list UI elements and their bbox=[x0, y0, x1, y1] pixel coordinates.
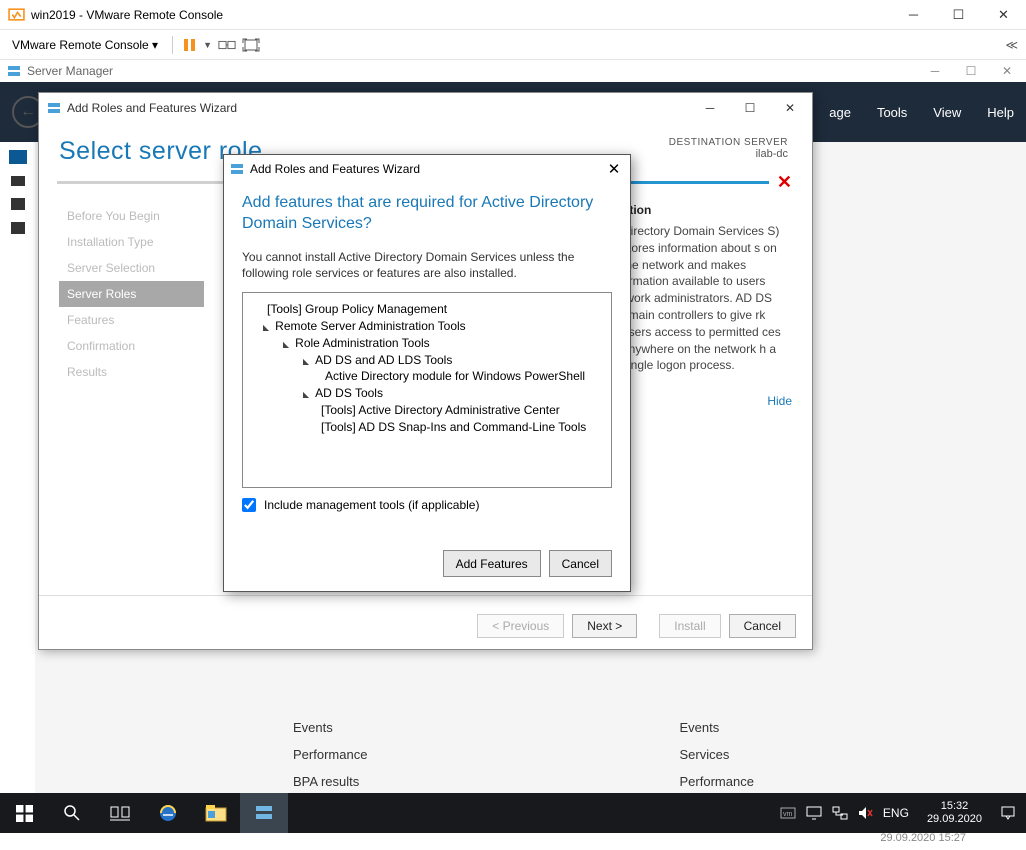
header-menu-view[interactable]: View bbox=[933, 105, 961, 120]
wizard-title: Add Roles and Features Wizard bbox=[61, 101, 690, 115]
sidebar-file-icon[interactable] bbox=[11, 222, 25, 234]
vmware-title: win2019 - VMware Remote Console bbox=[25, 8, 891, 22]
vmware-toolbar: VMware Remote Console ▾ ▼ ≪ bbox=[0, 30, 1026, 60]
servermgr-maximize-button[interactable]: ☐ bbox=[953, 60, 989, 82]
panel-left-events[interactable]: Events bbox=[293, 714, 590, 741]
sidebar-all-icon[interactable] bbox=[11, 198, 25, 210]
panel-left-bpa[interactable]: BPA results bbox=[293, 768, 590, 795]
panel-right-events[interactable]: Events bbox=[680, 714, 977, 741]
tree-ad-module: Active Directory module for Windows Powe… bbox=[253, 368, 601, 385]
modal-title: Add Roles and Features Wizard bbox=[244, 162, 604, 176]
wizard-next-button[interactable]: Next > bbox=[572, 614, 637, 638]
wizard-titlebar[interactable]: Add Roles and Features Wizard ─ ☐ ✕ bbox=[39, 93, 812, 123]
servermgr-minimize-button[interactable]: ─ bbox=[917, 60, 953, 82]
servermgr-titlebar: Server Manager ─ ☐ ✕ bbox=[0, 60, 1026, 82]
nav-results[interactable]: Results bbox=[59, 359, 204, 385]
pause-icon[interactable] bbox=[183, 38, 197, 52]
servermgr-title: Server Manager bbox=[21, 64, 917, 78]
system-tray: vm ENG 15:32 29.09.2020 bbox=[770, 800, 1026, 826]
sidebar-dashboard-icon[interactable] bbox=[9, 150, 27, 164]
ie-button[interactable] bbox=[144, 793, 192, 833]
panel-right-services[interactable]: Services bbox=[680, 747, 730, 762]
nav-server-roles[interactable]: Server Roles bbox=[59, 281, 204, 307]
vmware-maximize-button[interactable]: ☐ bbox=[936, 0, 981, 30]
tray-volume-icon[interactable] bbox=[858, 806, 873, 820]
header-menu-manage[interactable]: age bbox=[829, 105, 851, 120]
nav-server-sel[interactable]: Server Selection bbox=[59, 255, 204, 281]
svg-text:vm: vm bbox=[783, 811, 793, 818]
search-button[interactable] bbox=[48, 793, 96, 833]
dest-value: ilab-dc bbox=[669, 148, 788, 160]
tray-network-icon[interactable] bbox=[832, 806, 848, 820]
tree-gpm: [Tools] Group Policy Management bbox=[253, 301, 601, 318]
modal-close-button[interactable]: ✕ bbox=[604, 159, 624, 179]
header-menu-tools[interactable]: Tools bbox=[877, 105, 907, 120]
modal-add-features-button[interactable]: Add Features bbox=[443, 550, 541, 577]
tray-clock[interactable]: 15:32 29.09.2020 bbox=[919, 800, 990, 826]
pause-dropdown[interactable]: ▼ bbox=[203, 40, 212, 50]
fullscreen-icon[interactable] bbox=[242, 38, 260, 52]
servermgr-icon bbox=[7, 64, 21, 78]
vmware-menu[interactable]: VMware Remote Console ▾ bbox=[8, 36, 162, 54]
role-desc-body: Directory Domain Services S) stores info… bbox=[622, 223, 792, 374]
start-button[interactable] bbox=[0, 793, 48, 833]
servermgr-taskbar-button[interactable] bbox=[240, 793, 288, 833]
add-features-modal: Add Roles and Features Wizard ✕ Add feat… bbox=[223, 154, 631, 592]
hide-link[interactable]: Hide bbox=[767, 394, 792, 408]
modal-titlebar[interactable]: Add Roles and Features Wizard ✕ bbox=[224, 155, 630, 183]
modal-cancel-button[interactable]: Cancel bbox=[549, 550, 612, 577]
tree-rsat[interactable]: Remote Server Administration Tools bbox=[253, 318, 601, 335]
panel-left-perf[interactable]: Performance bbox=[293, 741, 590, 768]
servermgr-close-button[interactable]: ✕ bbox=[989, 60, 1025, 82]
include-mgmt-tools-checkbox[interactable] bbox=[242, 498, 256, 512]
tray-date: 29.09.2020 bbox=[927, 813, 982, 826]
taskview-button[interactable] bbox=[96, 793, 144, 833]
nav-confirm[interactable]: Confirmation bbox=[59, 333, 204, 359]
wizard-maximize-button[interactable]: ☐ bbox=[730, 94, 770, 122]
dest-label: DESTINATION SERVER bbox=[669, 137, 788, 148]
nav-install-type[interactable]: Installation Type bbox=[59, 229, 204, 255]
tree-ad-admin-center: [Tools] Active Directory Administrative … bbox=[253, 402, 601, 419]
tray-time: 15:32 bbox=[927, 800, 982, 813]
wizard-error-close-icon[interactable]: ✕ bbox=[777, 172, 792, 193]
modal-tree: [Tools] Group Policy Management Remote S… bbox=[242, 292, 612, 488]
wizard-cancel-button[interactable]: Cancel bbox=[729, 614, 796, 638]
wizard-nav: Before You Begin Installation Type Serve… bbox=[59, 203, 204, 595]
include-mgmt-tools-row[interactable]: Include management tools (if applicable) bbox=[242, 498, 612, 512]
header-menu-help[interactable]: Help bbox=[987, 105, 1014, 120]
wizard-prev-button: < Previous bbox=[477, 614, 564, 638]
modal-icon bbox=[230, 162, 244, 176]
tree-adds-adlds[interactable]: AD DS and AD LDS Tools bbox=[253, 352, 601, 369]
tray-lang[interactable]: ENG bbox=[883, 806, 909, 820]
nav-features[interactable]: Features bbox=[59, 307, 204, 333]
tray-display-icon[interactable] bbox=[806, 806, 822, 820]
tray-notifications-icon[interactable] bbox=[1000, 805, 1016, 821]
modal-heading: Add features that are required for Activ… bbox=[242, 193, 612, 235]
tree-adds-tools[interactable]: AD DS Tools bbox=[253, 385, 601, 402]
vmware-close-button[interactable]: ✕ bbox=[981, 0, 1026, 30]
vmware-icon bbox=[8, 6, 25, 23]
wizard-install-button: Install bbox=[659, 614, 720, 638]
modal-paragraph: You cannot install Active Directory Doma… bbox=[242, 249, 612, 283]
include-mgmt-tools-label: Include management tools (if applicable) bbox=[264, 498, 479, 512]
wizard-footer: < Previous Next > Install Cancel bbox=[39, 595, 812, 655]
explorer-button[interactable] bbox=[192, 793, 240, 833]
tree-role-admin[interactable]: Role Administration Tools bbox=[253, 335, 601, 352]
sidebar-strip bbox=[0, 142, 35, 833]
wizard-minimize-button[interactable]: ─ bbox=[690, 94, 730, 122]
toolbar-divider bbox=[172, 36, 173, 54]
send-cad-icon[interactable] bbox=[218, 38, 236, 52]
role-desc-title: ption bbox=[622, 203, 792, 217]
vmware-minimize-button[interactable]: ─ bbox=[891, 0, 936, 30]
tray-vmtools-icon[interactable]: vm bbox=[780, 806, 796, 820]
vmware-titlebar: win2019 - VMware Remote Console ─ ☐ ✕ bbox=[0, 0, 1026, 30]
vmware-chevrons-icon[interactable]: ≪ bbox=[1005, 38, 1018, 52]
wizard-icon bbox=[47, 101, 61, 115]
nav-before[interactable]: Before You Begin bbox=[59, 203, 204, 229]
tree-adds-snapins: [Tools] AD DS Snap-Ins and Command-Line … bbox=[253, 419, 601, 436]
wizard-close-button[interactable]: ✕ bbox=[770, 94, 810, 122]
panel-right-perf[interactable]: Performance bbox=[680, 768, 977, 795]
taskbar: vm ENG 15:32 29.09.2020 bbox=[0, 793, 1026, 833]
sidebar-local-icon[interactable] bbox=[11, 176, 25, 186]
